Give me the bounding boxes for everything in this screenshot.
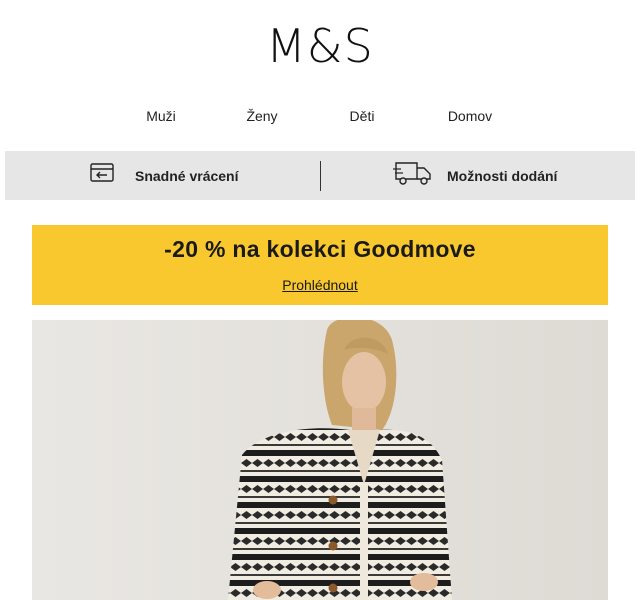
benefit-delivery-options[interactable]: Možnosti dodání <box>393 151 557 200</box>
nav-item-men[interactable]: Muži <box>146 108 176 124</box>
benefits-divider <box>320 161 321 191</box>
hero-illustration <box>32 320 608 600</box>
brand-logo[interactable]: M&S <box>0 18 640 74</box>
main-nav: Muži Ženy Děti Domov <box>0 108 640 128</box>
benefit-easy-returns-label: Snadné vrácení <box>135 167 239 184</box>
benefit-delivery-options-label: Možnosti dodání <box>447 167 558 184</box>
nav-item-women[interactable]: Ženy <box>246 108 277 124</box>
nav-item-kids[interactable]: Děti <box>350 108 375 124</box>
delivery-truck-icon <box>393 159 433 192</box>
hero-image[interactable] <box>32 320 608 600</box>
promo-browse-link[interactable]: Prohlédnout <box>282 277 358 293</box>
promo-banner[interactable]: -20 % na kolekci Goodmove Prohlédnout <box>32 225 608 305</box>
benefit-easy-returns[interactable]: Snadné vrácení <box>89 151 239 200</box>
promo-title: -20 % na kolekci Goodmove <box>164 236 476 262</box>
return-card-icon <box>89 161 117 190</box>
nav-item-home[interactable]: Domov <box>448 108 492 124</box>
benefits-bar: Snadné vrácení Možnosti dodání <box>5 151 635 200</box>
